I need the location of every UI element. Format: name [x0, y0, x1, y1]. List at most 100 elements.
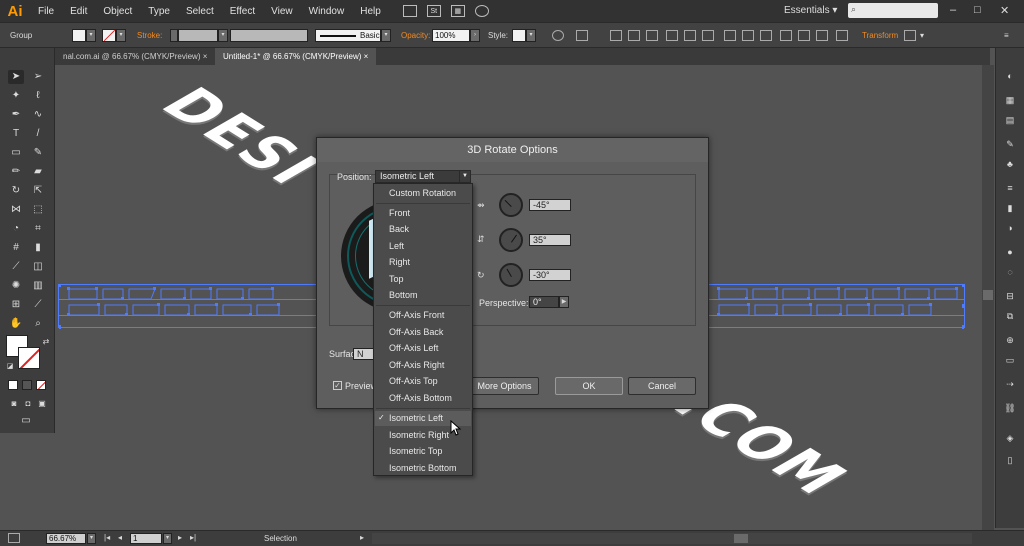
arrange-documents-icon[interactable]: ▦: [450, 5, 465, 17]
opacity-label[interactable]: Opacity:: [401, 31, 430, 40]
pen-tool-icon[interactable]: ✒: [8, 108, 24, 122]
opacity-stepper[interactable]: ›: [470, 29, 480, 42]
vertical-scrollbar[interactable]: [982, 65, 994, 530]
menu-effect[interactable]: Effect: [222, 6, 263, 17]
dropdown-item-isometric-bottom[interactable]: Isometric Bottom: [389, 463, 457, 473]
last-artboard-icon[interactable]: ▸|: [190, 533, 196, 542]
gradient-panel-icon[interactable]: ▮: [1003, 202, 1017, 214]
document-icon[interactable]: [8, 533, 20, 543]
stroke-panel-icon[interactable]: ≡: [1003, 182, 1017, 194]
horizontal-scroll-thumb[interactable]: [734, 534, 748, 543]
close-button[interactable]: ✕: [1000, 4, 1009, 17]
scale-tool-icon[interactable]: ⇱: [30, 184, 46, 198]
variable-width-profile[interactable]: [230, 29, 308, 42]
z-axis-dial[interactable]: [499, 263, 523, 287]
search-input[interactable]: ⌕: [848, 3, 938, 18]
eyedropper-tool-icon[interactable]: ⟋: [8, 260, 24, 274]
dropdown-item-off-axis-front[interactable]: Off-Axis Front: [389, 310, 444, 320]
direct-selection-tool-icon[interactable]: ➢: [30, 70, 46, 84]
lasso-tool-icon[interactable]: ℓ: [30, 89, 46, 103]
previous-artboard-icon[interactable]: ◂: [118, 533, 122, 542]
align-middle-icon[interactable]: [684, 30, 696, 41]
zoom-tool-icon[interactable]: ⌕: [30, 317, 46, 331]
horizontal-scrollbar[interactable]: [372, 533, 972, 544]
menu-view[interactable]: View: [263, 6, 301, 17]
dropdown-item-left[interactable]: Left: [389, 241, 404, 251]
graphic-styles-panel-icon[interactable]: ◌: [1003, 266, 1017, 278]
type-tool-icon[interactable]: T: [8, 127, 24, 141]
transparency-panel-icon[interactable]: ◑: [1003, 222, 1017, 234]
align-left-icon[interactable]: [610, 30, 622, 41]
more-options-button[interactable]: More Options: [470, 377, 539, 395]
stroke-weight-stepper[interactable]: [170, 29, 178, 42]
artboard-tool-icon[interactable]: ⊞: [8, 298, 24, 312]
layers-panel-icon[interactable]: ◈: [1003, 432, 1017, 444]
brushes-panel-icon[interactable]: ✎: [1003, 138, 1017, 150]
brush-definition[interactable]: Basic: [315, 29, 381, 42]
color-guide-icon[interactable]: ▦: [1003, 94, 1017, 106]
fill-swatch[interactable]: [72, 29, 86, 42]
stroke-dropdown[interactable]: ▾: [116, 29, 126, 42]
slice-tool-icon[interactable]: ⟋: [30, 298, 46, 312]
free-transform-tool-icon[interactable]: ⬚: [30, 203, 46, 217]
gradient-tool-icon[interactable]: ▮: [30, 241, 46, 255]
close-tab-icon[interactable]: ×: [203, 52, 208, 61]
align-right-icon[interactable]: [646, 30, 658, 41]
magic-wand-tool-icon[interactable]: ✦: [8, 89, 24, 103]
tab-document-1[interactable]: nal.com.ai @ 66.67% (CMYK/Preview) ×: [55, 48, 215, 65]
maximize-button[interactable]: □: [974, 4, 981, 16]
bridge-icon[interactable]: [402, 5, 417, 17]
transform-panel-icon[interactable]: ⊕: [1003, 334, 1017, 346]
line-tool-icon[interactable]: /: [30, 127, 46, 141]
workspace-switcher[interactable]: Essentials ▾: [784, 5, 837, 16]
artboards-panel-icon[interactable]: ▭: [1003, 354, 1017, 366]
isolate-group-icon[interactable]: [836, 30, 848, 41]
links-panel-icon[interactable]: ⛓: [1003, 402, 1017, 414]
menu-window[interactable]: Window: [301, 6, 353, 17]
stroke-weight-field[interactable]: [178, 29, 218, 42]
zoom-dropdown[interactable]: ▾: [87, 533, 96, 544]
menu-object[interactable]: Object: [95, 6, 140, 17]
transform-label[interactable]: Transform: [862, 31, 898, 40]
perspective-field[interactable]: 0°: [529, 296, 559, 308]
x-axis-angle-field[interactable]: -45°: [529, 199, 571, 211]
dropdown-item-off-axis-back[interactable]: Off-Axis Back: [389, 327, 443, 337]
stock-icon[interactable]: St: [426, 5, 441, 17]
align-top-icon[interactable]: [666, 30, 678, 41]
selection-tool-icon[interactable]: ➤: [8, 70, 24, 84]
align-center-icon[interactable]: [628, 30, 640, 41]
x-axis-dial[interactable]: [499, 193, 523, 217]
next-artboard-icon[interactable]: ▸: [178, 533, 182, 542]
y-axis-dial[interactable]: [499, 228, 523, 252]
dropdown-item-off-axis-left[interactable]: Off-Axis Left: [389, 343, 438, 353]
color-mode-icon[interactable]: [8, 380, 18, 390]
cancel-button[interactable]: Cancel: [628, 377, 696, 395]
graphic-style-dropdown[interactable]: ▾: [526, 29, 536, 42]
stroke-swatch[interactable]: [102, 29, 116, 42]
opacity-field[interactable]: 100%: [432, 29, 470, 42]
preview-checkbox[interactable]: ✓: [333, 381, 342, 390]
artboard-dropdown[interactable]: ▾: [163, 533, 172, 544]
none-mode-icon[interactable]: [36, 380, 46, 390]
close-tab-icon[interactable]: ×: [364, 52, 369, 61]
scroll-thumb[interactable]: [983, 290, 993, 300]
artboard-number-field[interactable]: 1: [130, 533, 162, 544]
dropdown-item-off-axis-top[interactable]: Off-Axis Top: [389, 376, 438, 386]
menu-help[interactable]: Help: [352, 6, 389, 17]
shape-builder-tool-icon[interactable]: ◔: [8, 222, 24, 236]
width-tool-icon[interactable]: ⋈: [8, 203, 24, 217]
align-bottom-icon[interactable]: [702, 30, 714, 41]
perspective-grid-tool-icon[interactable]: ⌗: [30, 222, 46, 236]
dropdown-item-right[interactable]: Right: [389, 257, 410, 267]
eraser-tool-icon[interactable]: ▰: [30, 165, 46, 179]
rotate-tool-icon[interactable]: ↻: [8, 184, 24, 198]
symbol-sprayer-tool-icon[interactable]: ✺: [8, 279, 24, 293]
stroke-weight-dropdown[interactable]: ▾: [218, 29, 228, 42]
menu-edit[interactable]: Edit: [62, 6, 95, 17]
dropdown-item-off-axis-bottom[interactable]: Off-Axis Bottom: [389, 393, 452, 403]
dropdown-item-front[interactable]: Front: [389, 208, 410, 218]
menu-select[interactable]: Select: [178, 6, 222, 17]
dropdown-item-isometric-left[interactable]: Isometric Left: [389, 413, 443, 423]
artboards-list-icon[interactable]: ▯: [1003, 454, 1017, 466]
first-artboard-icon[interactable]: |◂: [104, 533, 110, 542]
